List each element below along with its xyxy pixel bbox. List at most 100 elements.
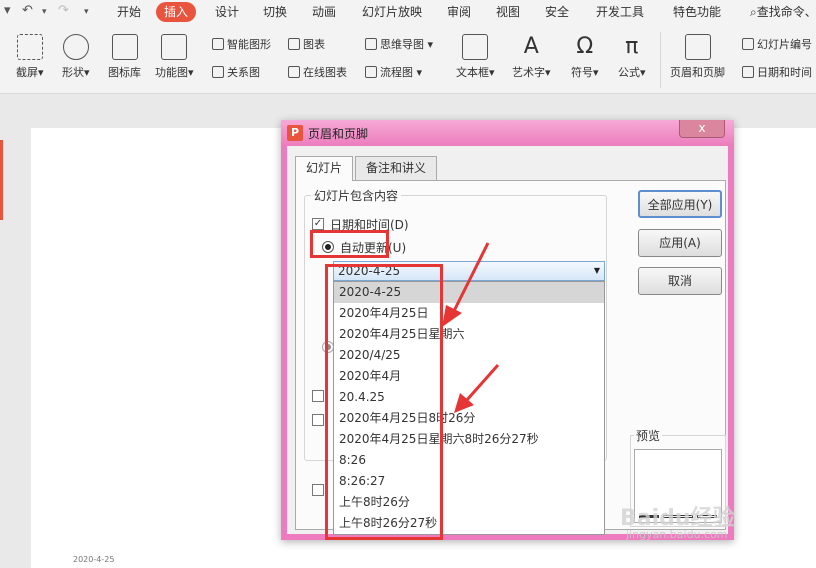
shape-label: 形状: [62, 66, 84, 79]
command-search[interactable]: ⌕查找命令、: [750, 0, 816, 24]
relation-chart-label: 关系图: [227, 66, 260, 79]
date-format-option[interactable]: 2020年4月25日星期六: [334, 324, 604, 345]
dialog-titlebar[interactable]: P 页眉和页脚 x: [281, 120, 734, 146]
chart-label: 图表: [303, 38, 325, 51]
customize-quick-access-icon[interactable]: ▾: [84, 7, 89, 17]
group-title: 幻灯片包含内容: [311, 187, 402, 204]
textbox-button[interactable]: 文本框▾: [456, 34, 495, 80]
title-slide-checkbox[interactable]: [312, 484, 324, 496]
header-footer-dialog: P 页眉和页脚 x 幻灯片 备注和讲义 幻灯片包含内容 ✓ 日期和时间(D) 自…: [281, 120, 734, 540]
tab-review[interactable]: 审阅: [447, 0, 471, 24]
date-format-select[interactable]: 2020-4-25 ▼: [333, 261, 605, 281]
command-search-label: 查找命令、: [756, 5, 816, 19]
undo-icon[interactable]: ↶: [22, 3, 33, 18]
mind-map-button[interactable]: 思维导图 ▾: [365, 36, 433, 52]
tab-home[interactable]: 开始: [117, 0, 141, 24]
textbox-label: 文本框: [456, 66, 489, 79]
apply-all-button[interactable]: 全部应用(Y): [638, 190, 722, 218]
date-time-button[interactable]: 日期和时间: [742, 64, 812, 80]
flowchart-icon: [365, 66, 377, 78]
slide-number-icon: [742, 38, 754, 50]
tab-design[interactable]: 设计: [215, 0, 239, 24]
smart-graphic-button[interactable]: 智能图形: [212, 36, 271, 52]
screenshot-button[interactable]: 截屏▾: [16, 34, 44, 80]
redo-icon[interactable]: ↷: [58, 3, 69, 18]
date-format-option[interactable]: 2020年4月25日星期六8时26分27秒: [334, 429, 604, 450]
chart-button[interactable]: 图表: [288, 36, 325, 52]
wordart-button[interactable]: A 艺术字▾: [512, 34, 551, 80]
apply-button[interactable]: 应用(A): [638, 229, 722, 257]
flowchart-label: 流程图: [380, 66, 413, 79]
tab-special-features[interactable]: 特色功能: [673, 0, 721, 24]
chart-icon: [288, 38, 300, 50]
formula-label: 公式: [618, 66, 640, 79]
tab-slideshow[interactable]: 幻灯片放映: [362, 0, 422, 24]
app-logo-icon: P: [287, 125, 303, 141]
tab-transitions[interactable]: 切换: [263, 0, 287, 24]
function-chart-button[interactable]: 功能图▾: [155, 34, 194, 80]
header-footer-button[interactable]: 页眉和页脚: [670, 34, 725, 80]
date-time-label: 日期和时间: [757, 66, 812, 79]
slide-number-button[interactable]: 幻灯片编号: [742, 36, 812, 52]
slide-number-checkbox[interactable]: [312, 390, 324, 402]
dialog-title: 页眉和页脚: [308, 127, 369, 141]
slide-number-label: 幻灯片编号: [757, 38, 812, 51]
date-format-option[interactable]: 20.4.25: [334, 387, 604, 408]
close-button[interactable]: x: [679, 120, 725, 138]
ribbon-tab-bar: ▾ ↶ ▾ ↷ ▾ 开始 插入 设计 切换 动画 幻灯片放映 审阅 视图 安全 …: [0, 0, 816, 24]
footer-checkbox[interactable]: [312, 414, 324, 426]
date-format-option[interactable]: 2020/4/25: [334, 345, 604, 366]
undo-dropdown-icon[interactable]: ▾: [42, 7, 47, 17]
cancel-button[interactable]: 取消: [638, 267, 722, 295]
icon-library-button[interactable]: 图标库: [108, 34, 141, 80]
tab-insert[interactable]: 插入: [156, 2, 197, 22]
slide-footer-date: 2020-4-25: [73, 555, 115, 564]
flowchart-button[interactable]: 流程图 ▾: [365, 64, 422, 80]
formula-button[interactable]: π 公式▾: [618, 34, 646, 80]
watermark-url: jingyan.baidu.com: [626, 528, 728, 541]
date-format-option[interactable]: 上午8时26分: [334, 492, 604, 513]
symbol-button[interactable]: Ω 符号▾: [571, 34, 599, 80]
date-format-dropdown: 2020-4-25 2020年4月25日 2020年4月25日星期六 2020/…: [333, 281, 605, 535]
screenshot-label: 截屏: [16, 66, 38, 79]
smart-graphic-label: 智能图形: [227, 38, 271, 51]
formula-icon: π: [625, 34, 639, 59]
search-icon: ⌕: [750, 5, 757, 19]
date-format-option[interactable]: 8:26: [334, 450, 604, 471]
date-time-checkbox[interactable]: ✓: [312, 218, 324, 230]
shape-button[interactable]: 形状▾: [62, 34, 90, 80]
date-format-option[interactable]: 2020年4月25日8时26分: [334, 408, 604, 429]
close-icon: x: [698, 121, 706, 135]
online-chart-button[interactable]: 在线图表: [288, 64, 347, 80]
date-format-option[interactable]: 2020-4-25: [334, 282, 604, 303]
date-format-option[interactable]: 8:26:27: [334, 471, 604, 492]
tab-security[interactable]: 安全: [545, 0, 569, 24]
slide-thumbnail-marker[interactable]: [0, 140, 3, 220]
symbol-icon: Ω: [576, 34, 594, 59]
tab-slide[interactable]: 幻灯片: [295, 156, 354, 181]
auto-update-label: 自动更新(U): [340, 241, 407, 255]
date-format-option[interactable]: 2020年4月: [334, 366, 604, 387]
preview-label: 预览: [634, 427, 663, 444]
wordart-label: 艺术字: [512, 66, 545, 79]
quick-access-more-icon[interactable]: ▾: [4, 3, 11, 18]
online-chart-icon: [288, 66, 300, 78]
date-format-option[interactable]: 上午8时26分27秒: [334, 513, 604, 534]
textbox-icon: [462, 34, 489, 60]
relation-chart-button[interactable]: 关系图: [212, 64, 260, 80]
tab-developer[interactable]: 开发工具: [596, 0, 644, 24]
symbol-label: 符号: [571, 66, 593, 79]
tab-view[interactable]: 视图: [496, 0, 520, 24]
chevron-down-icon[interactable]: ▼: [594, 262, 600, 280]
relation-chart-icon: [212, 66, 224, 78]
shape-icon: [62, 34, 89, 60]
date-format-option[interactable]: 2020年4月25日: [334, 303, 604, 324]
tab-notes-handouts[interactable]: 备注和讲义: [355, 156, 438, 180]
auto-update-radio[interactable]: [322, 241, 334, 253]
smart-graphic-icon: [212, 38, 224, 50]
function-chart-label: 功能图: [155, 66, 188, 79]
online-chart-label: 在线图表: [303, 66, 347, 79]
ribbon-divider: [660, 32, 661, 88]
icon-library-label: 图标库: [108, 66, 141, 79]
tab-animations[interactable]: 动画: [312, 0, 336, 24]
